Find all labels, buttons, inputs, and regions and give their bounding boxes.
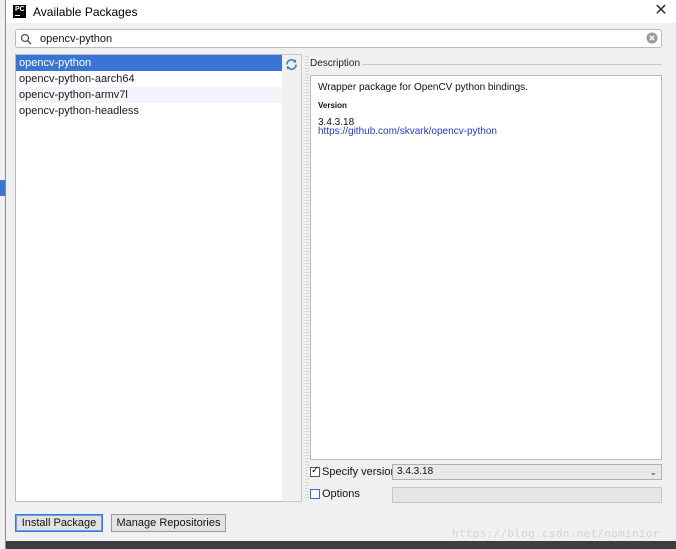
list-toolbar: [282, 54, 302, 502]
description-separator: [362, 64, 662, 65]
package-description: Wrapper package for OpenCV python bindin…: [318, 82, 528, 93]
install-package-button[interactable]: Install Package: [15, 514, 103, 532]
chevron-down-icon: ⌄: [649, 467, 657, 477]
close-icon: ✕: [654, 2, 668, 19]
selected-version: 3.4.3.18: [397, 466, 434, 477]
manage-repositories-button[interactable]: Manage Repositories: [111, 514, 226, 532]
description-panel: Wrapper package for OpenCV python bindin…: [310, 75, 662, 460]
title-bar: PC Available Packages ✕: [6, 0, 676, 23]
version-label: Version: [318, 101, 347, 110]
options-input: [392, 487, 662, 503]
close-button[interactable]: ✕: [652, 2, 670, 20]
specify-version-checkbox[interactable]: [310, 465, 320, 477]
package-url-link[interactable]: https://github.com/skvark/opencv-python: [318, 126, 497, 137]
package-list[interactable]: opencv-python opencv-python-aarch64 open…: [15, 54, 283, 502]
search-icon: [20, 33, 32, 45]
version-dropdown[interactable]: 3.4.3.18 ⌄: [392, 464, 662, 480]
package-item[interactable]: opencv-python-armv7l: [16, 87, 282, 103]
search-field[interactable]: [15, 29, 662, 48]
available-packages-dialog: PC Available Packages ✕ opencv-python op…: [5, 0, 676, 549]
clear-search-icon[interactable]: [646, 32, 658, 44]
background-bottom-strip: [6, 541, 676, 549]
package-item[interactable]: opencv-python-headless: [16, 103, 282, 119]
options-checkbox[interactable]: [310, 489, 320, 499]
options-label: Options: [322, 488, 360, 500]
refresh-icon[interactable]: [284, 57, 299, 72]
search-input[interactable]: [40, 31, 630, 46]
specify-version-label: Specify version: [322, 466, 397, 478]
panel-splitter[interactable]: [305, 54, 309, 498]
pycharm-app-icon: PC: [13, 5, 26, 18]
watermark-text: https://blog.csdn.net/nominior: [452, 527, 660, 540]
package-item[interactable]: opencv-python: [16, 55, 282, 71]
window-title: Available Packages: [33, 5, 138, 19]
package-item[interactable]: opencv-python-aarch64: [16, 71, 282, 87]
description-section-label: Description: [310, 58, 361, 69]
